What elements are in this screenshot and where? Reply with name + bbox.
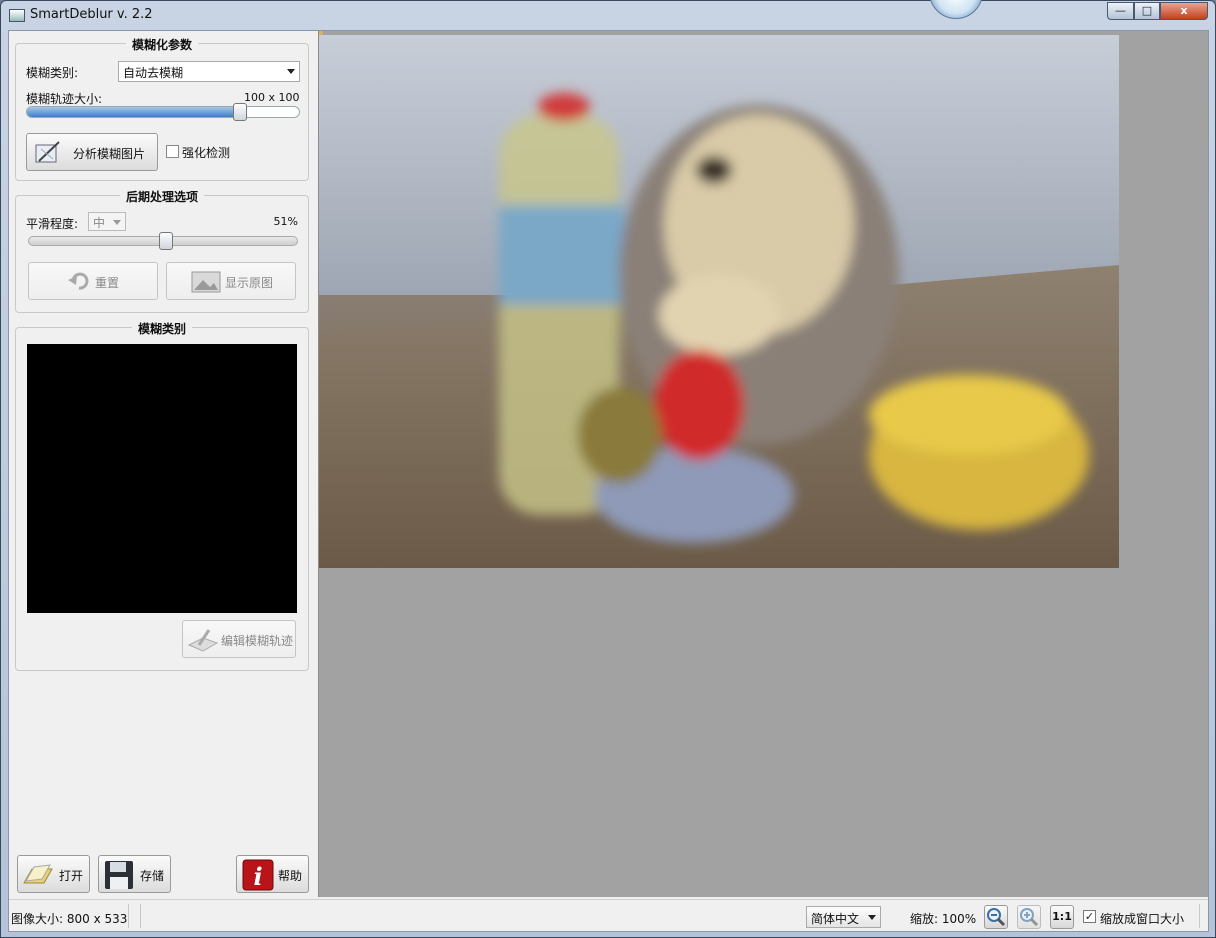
blur-params-title: 模糊化参数 xyxy=(125,38,198,52)
blur-size-slider[interactable] xyxy=(26,103,300,121)
help-button[interactable]: i 帮助 xyxy=(236,855,309,893)
blur-type-label: 模糊类别: xyxy=(26,66,79,80)
blurred-photo[interactable] xyxy=(319,35,1119,568)
post-processing-title: 后期处理选项 xyxy=(119,190,204,204)
blur-size-value: 100 x 100 xyxy=(244,91,300,104)
left-panel: 模糊化参数 模糊类别: 自动去模糊 模糊轨迹大小: 100 x 100 分析模糊… xyxy=(9,31,317,897)
fit-window-checkbox[interactable]: ✓ xyxy=(1083,910,1096,923)
floppy-icon xyxy=(105,861,133,889)
post-processing-group: 后期处理选项 平滑程度: 中 51% 重置 显示原图 xyxy=(15,190,309,313)
save-label: 存储 xyxy=(140,869,165,883)
blur-kernel-preview[interactable] xyxy=(27,344,297,613)
reset-label: 重置 xyxy=(95,276,120,290)
client-area: 模糊化参数 模糊类别: 自动去模糊 模糊轨迹大小: 100 x 100 分析模糊… xyxy=(8,30,1209,932)
status-divider xyxy=(1199,904,1200,928)
blur-type-value: 自动去模糊 xyxy=(123,66,184,80)
open-label: 打开 xyxy=(59,869,84,883)
chevron-down-icon xyxy=(868,915,876,920)
smooth-slider[interactable] xyxy=(28,232,298,250)
blur-size-fill xyxy=(27,107,240,117)
info-icon: i xyxy=(242,859,274,891)
save-button[interactable]: 存储 xyxy=(98,855,171,893)
app-window: SmartDeblur v. 2.2 — □ x 模糊化参数 模糊类别: 自动去… xyxy=(0,0,1216,938)
open-button[interactable]: 打开 xyxy=(17,855,90,893)
svg-text:i: i xyxy=(253,862,262,891)
enhance-label: 强化检测 xyxy=(182,146,231,160)
chevron-down-icon xyxy=(287,69,295,74)
status-divider xyxy=(140,904,141,928)
zoom-out-button[interactable] xyxy=(984,905,1008,929)
blur-kernel-group: 模糊类别 编辑模糊轨迹 xyxy=(15,322,309,671)
blur-size-thumb[interactable] xyxy=(233,103,247,121)
zoom-in-icon xyxy=(1020,908,1039,927)
smooth-thumb[interactable] xyxy=(159,232,173,250)
status-divider xyxy=(128,904,129,928)
smooth-select[interactable]: 中 xyxy=(88,212,126,231)
show-original-label: 显示原图 xyxy=(225,276,274,290)
language-select[interactable]: 简体中文 xyxy=(806,906,881,928)
analyze-icon xyxy=(35,141,60,163)
zoom-actual-size-button[interactable]: 1:1 xyxy=(1050,905,1074,929)
blur-size-label: 模糊轨迹大小: xyxy=(26,92,103,106)
window-title: SmartDeblur v. 2.2 xyxy=(30,7,153,22)
edit-kernel-label: 编辑模糊轨迹 xyxy=(221,634,294,648)
fit-window-label: 缩放成窗口大小 xyxy=(1100,912,1185,926)
minimize-button[interactable]: — xyxy=(1107,2,1134,20)
title-bar[interactable]: SmartDeblur v. 2.2 — □ x xyxy=(1,0,1215,29)
zoom-out-icon xyxy=(987,908,1006,927)
edit-kernel-button[interactable]: 编辑模糊轨迹 xyxy=(182,620,296,658)
image-canvas[interactable] xyxy=(318,31,1208,897)
analyze-button[interactable]: 分析模糊图片 xyxy=(26,133,158,171)
app-icon xyxy=(9,9,25,22)
image-size-text: 图像大小: 800 x 533 xyxy=(11,912,128,926)
smooth-label: 平滑程度: xyxy=(26,217,79,231)
status-bar: 图像大小: 800 x 533 简体中文 缩放: 100% 1:1 ✓ 缩放成窗… xyxy=(9,899,1208,931)
maximize-button[interactable]: □ xyxy=(1134,2,1160,20)
close-button[interactable]: x xyxy=(1160,2,1208,20)
language-value: 简体中文 xyxy=(811,912,860,926)
enhance-checkbox[interactable] xyxy=(166,145,179,158)
image-icon xyxy=(191,271,221,293)
logo-badge-icon xyxy=(929,0,983,19)
smooth-value: 中 xyxy=(93,216,106,230)
blur-params-group: 模糊化参数 模糊类别: 自动去模糊 模糊轨迹大小: 100 x 100 分析模糊… xyxy=(15,38,309,181)
edit-icon xyxy=(187,629,219,652)
reset-icon xyxy=(68,272,89,290)
show-original-button[interactable]: 显示原图 xyxy=(166,262,296,300)
smooth-percent: 51% xyxy=(273,215,298,228)
zoom-in-button[interactable] xyxy=(1017,905,1041,929)
blur-type-select[interactable]: 自动去模糊 xyxy=(118,61,300,82)
zoom-text: 缩放: 100% xyxy=(910,912,977,926)
reset-button[interactable]: 重置 xyxy=(28,262,158,300)
help-label: 帮助 xyxy=(278,869,303,883)
analyze-label: 分析模糊图片 xyxy=(73,147,146,161)
folder-icon xyxy=(23,864,53,884)
chevron-down-icon xyxy=(113,220,121,225)
blur-kernel-title: 模糊类别 xyxy=(131,322,192,336)
